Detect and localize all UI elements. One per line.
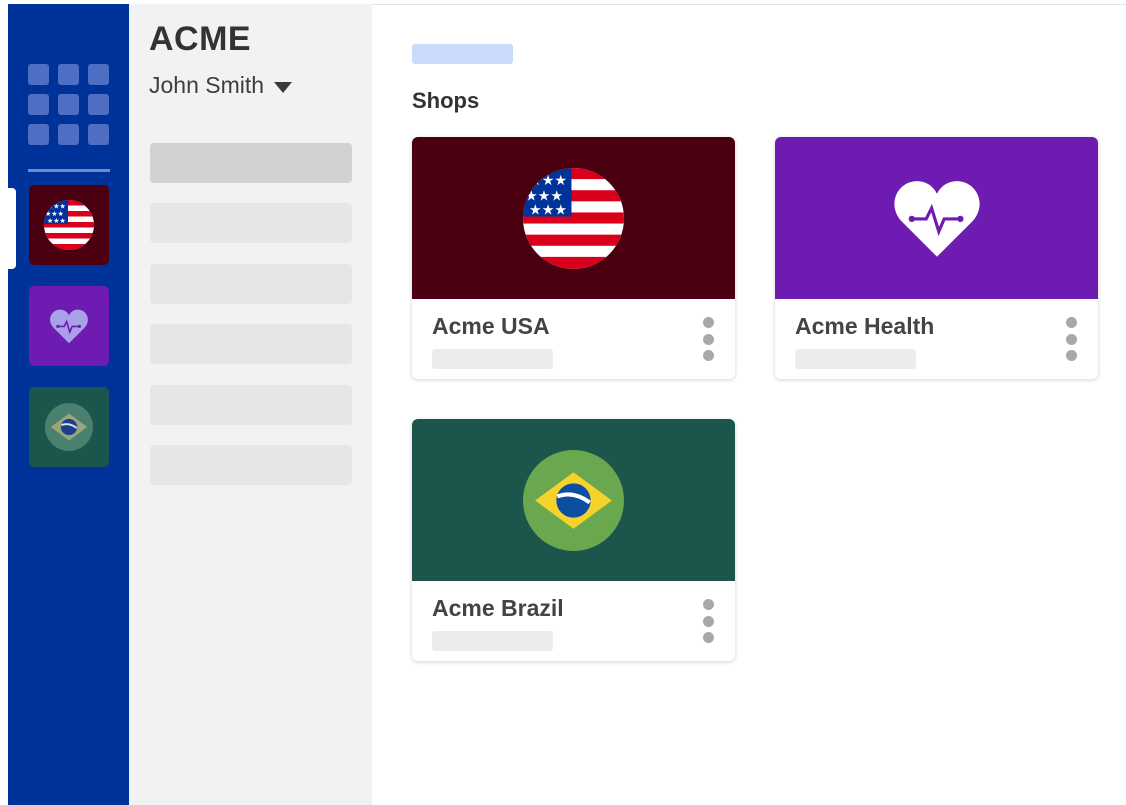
heart-pulse-icon [50, 309, 88, 344]
svg-text:★★★: ★★★ [529, 173, 567, 189]
usa-flag-icon: ★★★ ★★★ ★★★ [523, 167, 624, 269]
app-rail: ★★★ ★★★ ★★★ [8, 4, 129, 805]
shop-name: Acme Health [795, 313, 935, 339]
shop-card-acme-health[interactable]: Acme Health [775, 137, 1098, 379]
top-border [372, 4, 1126, 5]
user-switcher[interactable]: John Smith [149, 72, 293, 99]
rail-divider [28, 169, 110, 172]
more-options-icon[interactable] [701, 599, 715, 643]
brazil-flag-icon [523, 449, 624, 551]
usa-flag-icon: ★★★ ★★★ ★★★ [44, 200, 94, 250]
shop-subtitle-placeholder [432, 349, 553, 369]
nav-item-placeholder[interactable] [150, 385, 352, 425]
nav-item-placeholder[interactable] [150, 143, 352, 183]
page-title-placeholder [412, 44, 513, 64]
svg-text:★★★: ★★★ [47, 203, 66, 211]
rail-shop-acme-health[interactable] [29, 286, 109, 366]
shop-card-banner [412, 419, 735, 581]
active-shop-indicator [8, 188, 16, 269]
caret-down-icon [274, 81, 293, 93]
shop-name: Acme USA [432, 313, 550, 339]
nav-item-placeholder[interactable] [150, 203, 352, 243]
rail-shop-acme-usa[interactable]: ★★★ ★★★ ★★★ [29, 185, 109, 265]
shop-card-acme-brazil[interactable]: Acme Brazil [412, 419, 735, 661]
nav-item-placeholder[interactable] [150, 324, 352, 364]
rail-shop-acme-brazil[interactable] [29, 387, 109, 467]
nav-item-placeholder[interactable] [150, 445, 352, 485]
more-options-icon[interactable] [1064, 317, 1078, 361]
heart-pulse-icon [893, 181, 980, 257]
svg-text:★★★: ★★★ [47, 217, 66, 225]
shop-card-banner: ★★★ ★★★ ★★★ [412, 137, 735, 299]
shop-subtitle-placeholder [795, 349, 916, 369]
more-options-icon[interactable] [701, 317, 715, 361]
org-name: ACME [149, 20, 252, 58]
svg-text:★★★: ★★★ [529, 202, 567, 218]
shop-name: Acme Brazil [432, 595, 564, 621]
section-title: Shops [412, 88, 480, 113]
nav-item-placeholder[interactable] [150, 264, 352, 304]
shop-card-banner [775, 137, 1098, 299]
shop-subtitle-placeholder [432, 631, 553, 651]
shop-card-acme-usa[interactable]: ★★★ ★★★ ★★★ Acme USA [412, 137, 735, 379]
apps-grid-icon[interactable] [28, 64, 111, 149]
user-name: John Smith [149, 72, 265, 98]
brazil-flag-icon [45, 403, 93, 451]
